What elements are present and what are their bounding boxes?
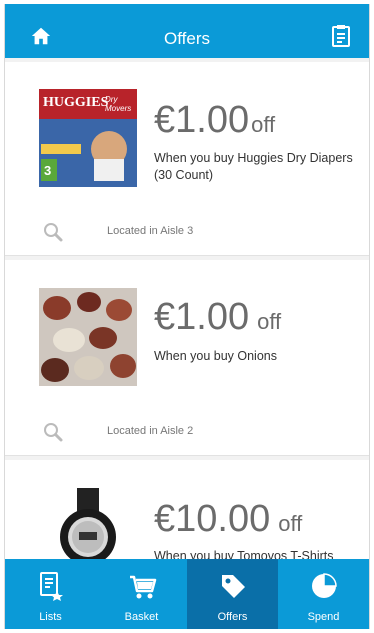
location-row[interactable]: Located in Aisle 3: [5, 212, 369, 252]
product-image-huggies: HUGGIES Dry Movers 3: [39, 89, 137, 187]
amount-value: €1.00: [154, 99, 250, 141]
notepad-icon: [332, 25, 350, 47]
offer-description: When you buy Tomovos T-Shirts: [154, 549, 334, 559]
tab-lists[interactable]: Lists: [5, 559, 96, 629]
list-icon: [39, 572, 63, 601]
offer-description: When you buy Huggies Dry Diapers (30 Cou…: [154, 151, 353, 182]
offer-description: When you buy Onions: [154, 349, 277, 363]
search-icon: [44, 423, 63, 442]
offer-card[interactable]: HUGGIES Dry Movers 3 €1.00off When you b…: [5, 62, 369, 256]
tab-label: Lists: [39, 611, 62, 623]
search-icon: [44, 223, 63, 242]
offer-amount: €10.00 off: [154, 498, 302, 541]
app-frame: Offers HUGGIES Dry Movers 3 €1.00off Whe…: [4, 4, 370, 629]
amount-off: off: [257, 309, 282, 334]
app-header: Offers: [5, 4, 369, 58]
page-title: Offers: [164, 29, 210, 48]
offer-amount: €1.00 off: [154, 296, 281, 339]
tag-icon: [221, 575, 245, 598]
amount-value: €10.00: [154, 498, 271, 540]
cart-icon: [129, 575, 156, 599]
brand-sub-text: Dry Movers: [105, 95, 132, 113]
offers-list[interactable]: HUGGIES Dry Movers 3 €1.00off When you b…: [5, 58, 369, 559]
location-row[interactable]: Located in Aisle 2: [5, 412, 369, 452]
bottom-tab-bar: Lists Basket Offers Spend: [5, 559, 369, 629]
location-text: Located in Aisle 3: [107, 225, 194, 237]
tab-label: Spend: [307, 611, 340, 623]
pie-chart-icon: [311, 573, 337, 598]
product-image-onions: [39, 288, 137, 386]
offer-amount: €1.00off: [154, 99, 275, 142]
amount-off: off: [278, 511, 303, 536]
product-image-watch: [39, 488, 137, 559]
notepad-button[interactable]: [327, 22, 355, 50]
brand-logo-text: HUGGIES: [43, 95, 109, 110]
amount-off: off: [251, 112, 276, 137]
size-badge: 3: [44, 163, 52, 178]
tab-label: Basket: [124, 611, 159, 623]
tab-offers[interactable]: Offers: [187, 559, 278, 629]
location-text: Located in Aisle 2: [107, 425, 194, 437]
offer-card[interactable]: €1.00 off When you buy Onions Located in …: [5, 260, 369, 456]
tab-label: Offers: [217, 611, 248, 623]
tab-spend[interactable]: Spend: [278, 559, 369, 629]
tab-basket[interactable]: Basket: [96, 559, 187, 629]
offer-card[interactable]: €10.00 off When you buy Tomovos T-Shirts: [5, 460, 369, 559]
amount-value: €1.00: [154, 296, 250, 338]
